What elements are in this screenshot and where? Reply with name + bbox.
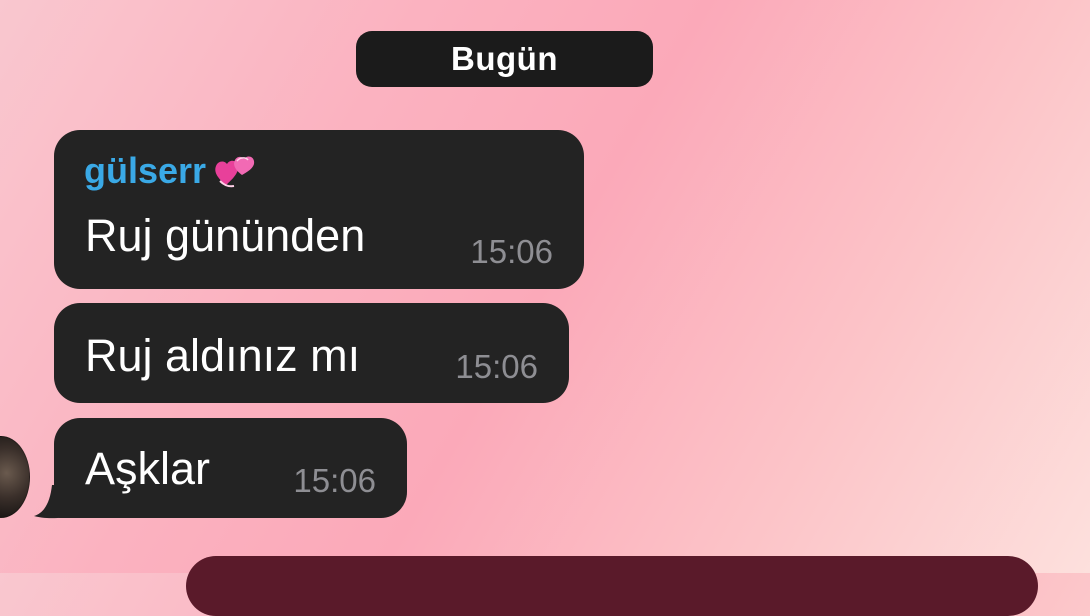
message-bubble[interactable]: Ruj aldınız mı 15:06: [54, 303, 569, 403]
message-text: Ruj aldınız mı: [85, 330, 361, 381]
message-bubble[interactable]: gülserr Ruj gününden 15:06: [54, 130, 584, 289]
message-text: Aşklar: [85, 443, 211, 494]
message-time: 15:06: [470, 233, 553, 270]
date-separator: Bugün: [356, 31, 653, 87]
sender-name[interactable]: gülserr: [84, 150, 206, 192]
two-hearts-icon: [215, 156, 255, 188]
avatar[interactable]: [0, 436, 30, 518]
message-time: 15:06: [455, 348, 538, 385]
outgoing-message-bubble[interactable]: [186, 556, 1038, 616]
date-separator-label: Bugün: [451, 40, 558, 77]
sender-name-row[interactable]: gülserr: [84, 150, 260, 192]
message-bubble[interactable]: Aşklar 15:06: [54, 418, 407, 518]
message-time: 15:06: [293, 462, 376, 499]
message-text: Ruj gününden: [85, 210, 366, 261]
